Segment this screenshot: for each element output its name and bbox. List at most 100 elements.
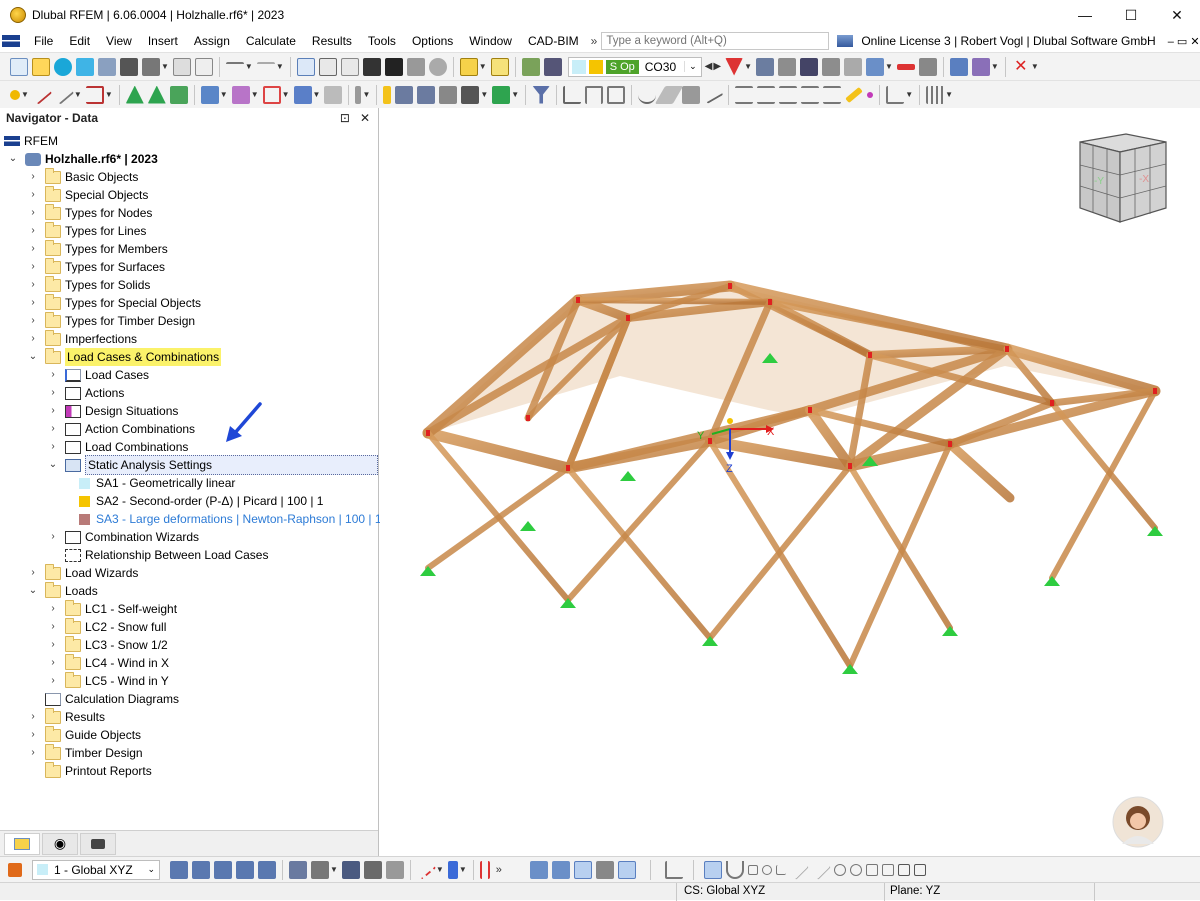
tree-item[interactable]: Relationship Between Load Cases — [4, 546, 378, 564]
solid-dropdown-icon[interactable]: ▼ — [282, 90, 290, 99]
load-case-icon[interactable] — [460, 58, 478, 76]
redo-icon[interactable] — [257, 62, 275, 72]
chevron-right-icon[interactable]: › — [27, 330, 39, 348]
surface-dropdown-icon[interactable]: ▼ — [220, 90, 228, 99]
model-viewport[interactable]: X Y Z -Y -X — [380, 108, 1200, 856]
tree-item[interactable]: Calculation Diagrams — [4, 690, 378, 708]
generate-icon[interactable] — [492, 86, 510, 104]
print-dropdown-icon[interactable]: ▼ — [161, 62, 169, 71]
chevron-down-icon[interactable]: ⌄ — [143, 864, 159, 875]
magnet-icon[interactable] — [726, 861, 744, 879]
tree-item[interactable]: ›Imperfections — [4, 330, 378, 348]
circle-snap-icon[interactable] — [762, 865, 772, 875]
chevron-right-icon[interactable]: › — [47, 420, 59, 438]
menu-cad-bim[interactable]: CAD-BIM — [520, 30, 587, 52]
close-button[interactable]: ✕ — [1154, 0, 1200, 30]
previous-combo-icon[interactable]: ◀ — [705, 61, 713, 72]
show-supports-icon[interactable] — [364, 861, 382, 879]
member-icon[interactable] — [54, 85, 74, 104]
redo-dropdown-icon[interactable]: ▼ — [276, 62, 284, 71]
chevron-right-icon[interactable]: › — [47, 636, 59, 654]
console-icon[interactable] — [363, 58, 381, 76]
numbering-icon[interactable] — [448, 861, 458, 879]
tab-display[interactable]: ◉ — [42, 833, 78, 855]
timber-member[interactable] — [850, 444, 950, 666]
tree-item[interactable]: ›LC1 - Self-weight — [4, 600, 378, 618]
open-model-icon[interactable] — [32, 58, 50, 76]
view-side-icon[interactable] — [214, 861, 232, 879]
dimension-icon[interactable] — [355, 86, 361, 104]
result-values-2-icon[interactable] — [919, 58, 937, 76]
pin-icon[interactable]: ⊡ — [340, 111, 350, 125]
script-icon[interactable] — [385, 58, 403, 76]
perpendicular-snap-icon[interactable] — [776, 865, 786, 875]
opening-dropdown-icon[interactable]: ▼ — [251, 90, 259, 99]
nodal-support[interactable] — [560, 598, 576, 608]
chevron-down-icon[interactable]: ⌄ — [7, 150, 19, 168]
tree-item[interactable]: ›Types for Nodes — [4, 204, 378, 222]
align-2-icon[interactable] — [757, 86, 775, 104]
printout-icon[interactable] — [195, 58, 213, 76]
tree-item[interactable]: ›LC2 - Snow full — [4, 618, 378, 636]
tree-root[interactable]: RFEM — [4, 132, 378, 150]
report-icon[interactable] — [173, 58, 191, 76]
align-5-icon[interactable] — [823, 86, 841, 104]
nodal-support[interactable] — [702, 636, 718, 646]
tab-views[interactable] — [80, 833, 116, 855]
wireframe-icon[interactable] — [311, 861, 329, 879]
member-results-icon[interactable] — [800, 58, 818, 76]
nodal-support[interactable] — [520, 521, 536, 531]
frame-icon[interactable] — [585, 86, 603, 104]
layer-2-icon[interactable] — [914, 864, 926, 876]
mdi-window-controls[interactable]: – ▭ ✕ — [1168, 35, 1200, 48]
timber-member[interactable] — [568, 468, 710, 638]
deformation-icon[interactable] — [778, 58, 796, 76]
menu-window[interactable]: Window — [461, 30, 520, 52]
surface-support-icon[interactable] — [170, 86, 188, 104]
chevron-right-icon[interactable]: › — [27, 276, 39, 294]
align-1-icon[interactable] — [735, 86, 753, 104]
chevron-down-icon[interactable]: ⌄ — [684, 61, 701, 72]
slope-icon[interactable] — [703, 86, 724, 104]
view-cube[interactable]: -Y -X — [1080, 134, 1166, 222]
save-icon[interactable] — [120, 58, 138, 76]
maximize-button[interactable]: ☐ — [1108, 0, 1154, 30]
osnap-corner-icon[interactable] — [665, 861, 683, 879]
combination-2-icon[interactable] — [544, 58, 562, 76]
dimension-linear-icon[interactable] — [563, 86, 581, 104]
extrude-dropdown-icon[interactable]: ▼ — [480, 90, 488, 99]
chevron-right-icon[interactable]: › — [27, 222, 39, 240]
tree-item[interactable]: ›Types for Surfaces — [4, 258, 378, 276]
chevron-right-icon[interactable]: › — [27, 294, 39, 312]
line-snap-icon[interactable] — [789, 860, 809, 880]
chevron-right-icon[interactable]: › — [47, 384, 59, 402]
menu-calculate[interactable]: Calculate — [238, 30, 304, 52]
next-combo-icon[interactable]: ▶ — [713, 61, 721, 72]
line-support-icon[interactable] — [148, 86, 166, 104]
show-members-icon[interactable] — [342, 861, 360, 879]
tree-item[interactable]: ⌄Static Analysis Settings — [4, 456, 378, 474]
chevron-right-icon[interactable]: › — [27, 744, 39, 762]
menu-options[interactable]: Options — [404, 30, 461, 52]
snap-grid-icon[interactable] — [530, 861, 548, 879]
polyline-icon[interactable] — [86, 86, 104, 104]
line-icon[interactable] — [32, 85, 52, 104]
status-overflow-button[interactable]: » — [496, 864, 502, 876]
chevron-right-icon[interactable]: › — [47, 528, 59, 546]
navigator-toggle-icon[interactable] — [297, 58, 315, 76]
tree-item[interactable]: ›Types for Solids — [4, 276, 378, 294]
tab-data[interactable] — [4, 833, 40, 855]
menu-insert[interactable]: Insert — [140, 30, 186, 52]
dimension-dropdown-icon[interactable]: ▼ — [362, 90, 370, 99]
assistant-avatar[interactable] — [1113, 797, 1163, 847]
timber-hall-model[interactable]: X Y Z -Y -X — [380, 108, 1200, 856]
square-snap-icon[interactable] — [748, 865, 758, 875]
tree-item[interactable]: ›Types for Lines — [4, 222, 378, 240]
cube-icon[interactable] — [682, 86, 700, 104]
member-dropdown-icon[interactable]: ▼ — [74, 90, 82, 99]
tree-item[interactable]: ⌄Loads — [4, 582, 378, 600]
coordinate-system-select[interactable]: 1 - Global XYZ ⌄ — [32, 860, 160, 880]
opening-icon[interactable] — [232, 86, 250, 104]
curve-icon[interactable] — [638, 86, 656, 104]
section-dropdown-icon[interactable]: ▼ — [991, 62, 999, 71]
